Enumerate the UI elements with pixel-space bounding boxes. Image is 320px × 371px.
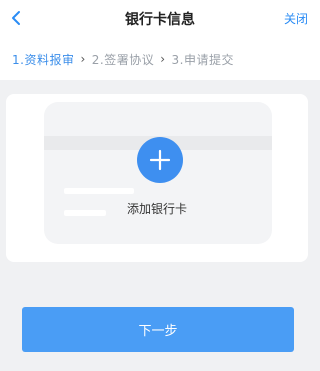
add-bank-card-button[interactable] [137,137,183,183]
plus-icon [149,149,171,171]
top-navbar: 银行卡信息 关闭 [0,0,320,38]
next-step-button[interactable]: 下一步 [22,307,294,352]
page-title: 银行卡信息 [125,12,195,28]
step-3: 3.申请提交 [171,52,234,67]
add-bank-card-label[interactable]: 添加银行卡 [6,200,308,217]
step-1: 1.资料报审 [12,52,75,67]
card-line [64,188,134,194]
bank-card-panel: 添加银行卡 [6,94,308,262]
step-arrow-icon: › [80,52,86,66]
step-2: 2.签署协议 [91,52,155,67]
step-indicator: 1.资料报审 › 2.签署协议 › 3.申请提交 [0,38,320,80]
close-button[interactable]: 关闭 [284,10,308,27]
step-arrow-icon: › [160,52,166,66]
